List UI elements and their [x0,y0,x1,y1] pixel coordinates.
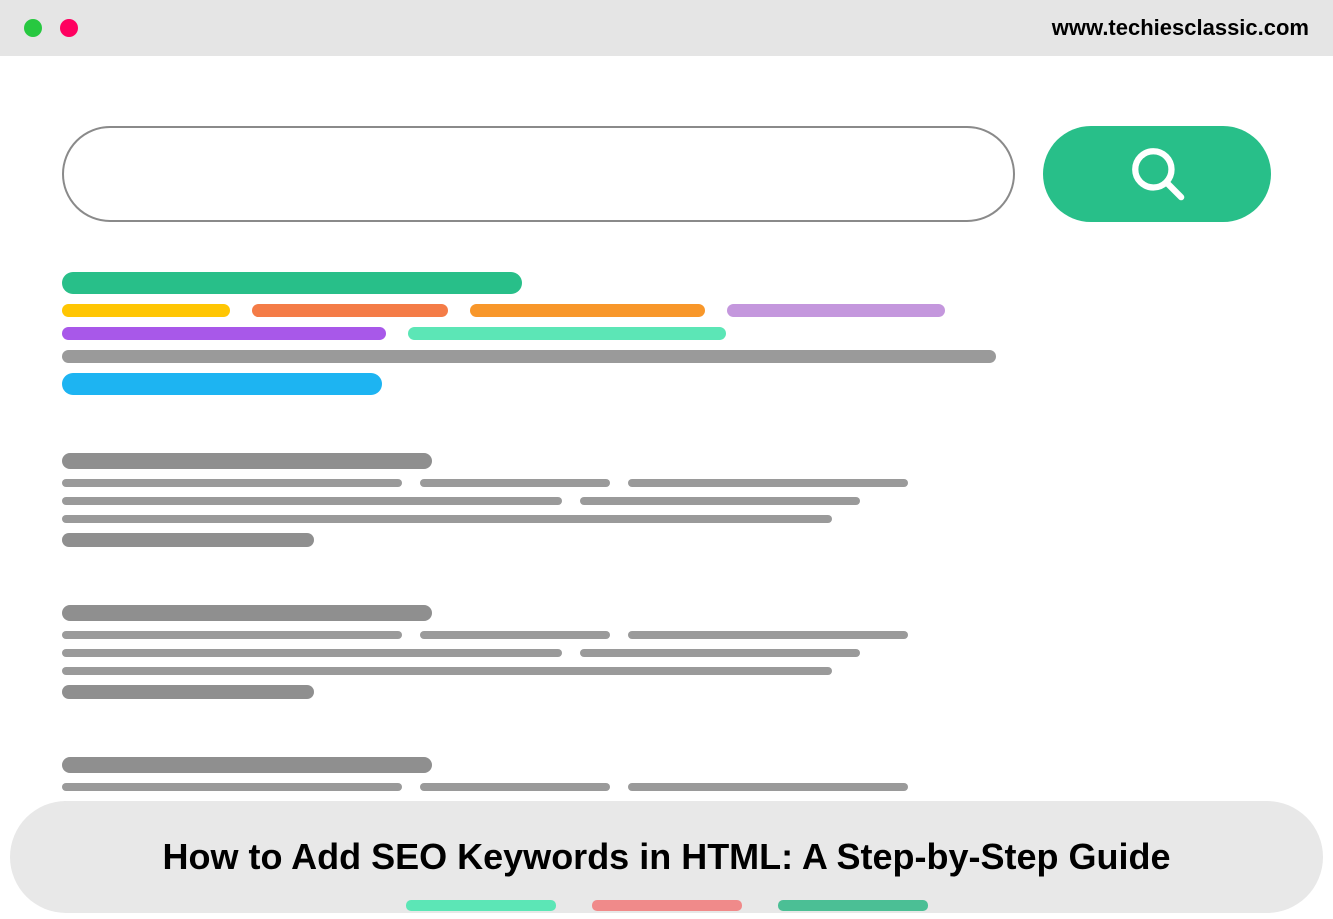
keyword-tag [62,327,386,340]
keyword-tag [470,304,705,317]
keyword-tag [727,304,945,317]
site-url: www.techiesclassic.com [1052,15,1309,41]
article-title: How to Add SEO Keywords in HTML: A Step-… [163,836,1171,878]
search-results [62,453,1271,851]
result-title-placeholder [62,453,432,469]
keyword-tag [62,350,996,363]
keyword-tag [62,373,382,395]
traffic-light-pink-icon[interactable] [60,19,78,37]
keyword-tag [408,327,726,340]
result-item [62,453,1271,547]
decorative-bar [778,900,928,911]
search-icon [1128,144,1186,205]
title-bar: www.techiesclassic.com [0,0,1333,56]
search-button[interactable] [1043,126,1271,222]
keyword-tag [62,304,230,317]
window-controls [24,19,78,37]
decorative-bar [406,900,556,911]
decorative-underline-bars [406,900,928,911]
result-title-placeholder [62,605,432,621]
keyword-tags [62,272,1271,395]
search-row [62,126,1271,222]
decorative-bar [592,900,742,911]
main-content [0,56,1333,851]
search-input[interactable] [62,126,1015,222]
keyword-tag [252,304,448,317]
result-item [62,605,1271,699]
result-title-placeholder [62,757,432,773]
traffic-light-green-icon[interactable] [24,19,42,37]
article-title-banner: How to Add SEO Keywords in HTML: A Step-… [10,801,1323,913]
keyword-tag [62,272,522,294]
